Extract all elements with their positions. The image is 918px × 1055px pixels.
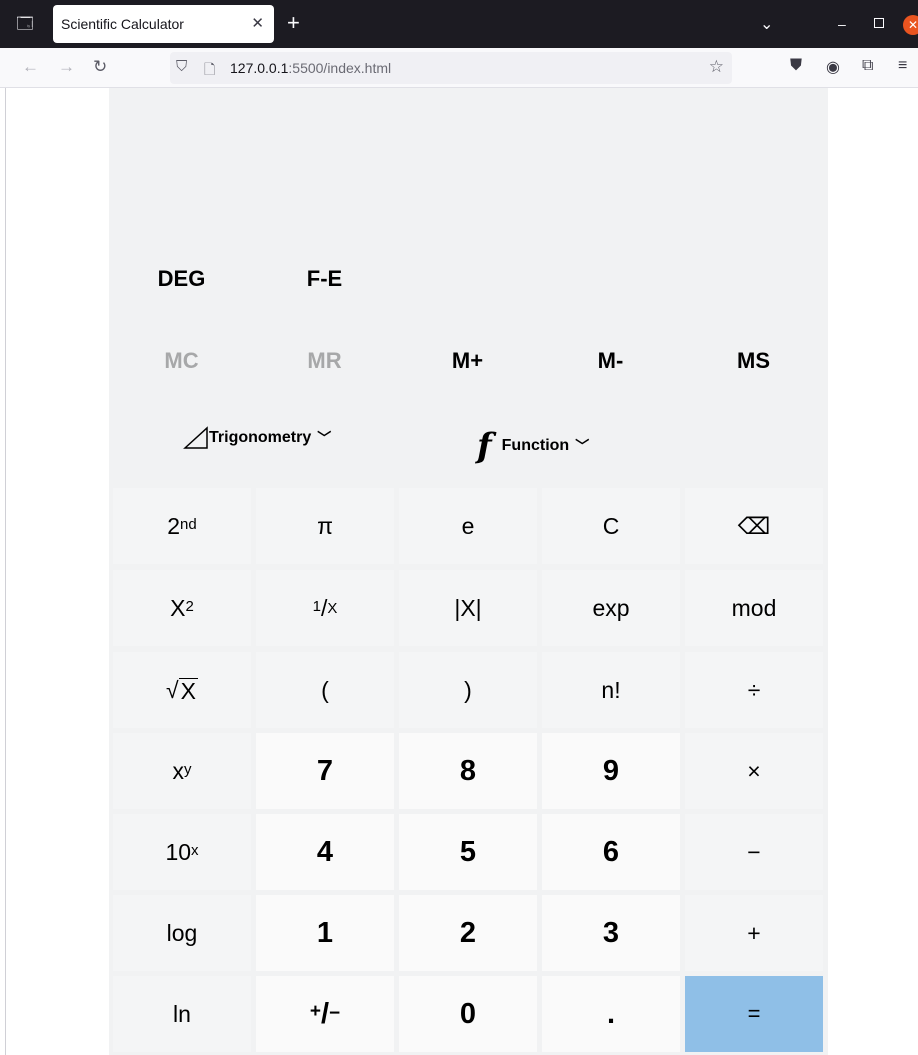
clear-key[interactable]: C: [542, 488, 680, 564]
digit-0-key[interactable]: 0: [399, 976, 537, 1052]
chevron-down-icon: ﹀: [317, 430, 332, 446]
memory-store-button[interactable]: MS: [682, 348, 825, 378]
triangle-icon: [183, 426, 208, 449]
square-root-key[interactable]: √ X: [113, 652, 251, 728]
key-subscript: −: [329, 1003, 341, 1024]
function-dropdown[interactable]: f Function ﹀: [477, 426, 590, 466]
url-bar[interactable]: ⛉ 🗋 127.0.0.1:5500/index.html ☆: [170, 52, 732, 84]
reciprocal-key[interactable]: 1/X: [256, 570, 394, 646]
divide-key[interactable]: ÷: [685, 652, 823, 728]
factorial-key[interactable]: n!: [542, 652, 680, 728]
forward-arrow-icon[interactable]: →: [58, 57, 75, 77]
fe-toggle-button[interactable]: F-E: [253, 266, 396, 296]
function-label: Function: [501, 437, 570, 454]
extensions-icon[interactable]: ⧉: [862, 57, 873, 75]
key-superscript: x: [191, 841, 199, 859]
key-superscript: nd: [180, 515, 197, 533]
key-label: 2: [167, 512, 181, 539]
left-paren-key[interactable]: (: [256, 652, 394, 728]
digit-8-key[interactable]: 8: [399, 733, 537, 809]
trigonometry-label: Trigonometry: [209, 429, 312, 446]
pi-key[interactable]: π: [256, 488, 394, 564]
key-superscript: 1: [312, 597, 321, 615]
tab-title: Scientific Calculator: [61, 16, 184, 32]
pocket-icon[interactable]: ⛊: [790, 57, 802, 75]
calculator-display: [109, 88, 828, 248]
absolute-value-key[interactable]: |X|: [399, 570, 537, 646]
angle-mode-button[interactable]: DEG: [110, 266, 253, 296]
ten-power-key[interactable]: 10 x: [113, 814, 251, 890]
bookmark-star-icon[interactable]: ☆: [709, 57, 724, 77]
add-key[interactable]: +: [685, 895, 823, 971]
multiply-key[interactable]: ×: [685, 733, 823, 809]
back-arrow-icon[interactable]: ←: [22, 57, 39, 77]
url-path: :5500/index.html: [288, 60, 392, 76]
account-icon[interactable]: ◉: [826, 57, 840, 77]
page-icon[interactable]: 🗋: [204, 59, 215, 83]
decimal-key[interactable]: .: [542, 976, 680, 1052]
key-label: x: [172, 757, 185, 784]
memory-add-button[interactable]: M+: [396, 348, 539, 378]
exp-key[interactable]: exp: [542, 570, 680, 646]
browser-tab-bar: 🗔 Scientific Calculator ✕ + ⌄ – ✕: [0, 0, 918, 48]
url-text[interactable]: 127.0.0.1:5500/index.html: [230, 60, 391, 76]
key-subscript: X: [327, 599, 338, 617]
right-paren-key[interactable]: ): [399, 652, 537, 728]
equals-key[interactable]: =: [685, 976, 823, 1052]
key-label: X: [170, 594, 186, 621]
background-window-edge: [0, 88, 6, 1055]
chevron-down-icon[interactable]: ⌄: [760, 14, 773, 34]
chevron-down-icon: ﹀: [575, 438, 590, 454]
trigonometry-dropdown[interactable]: Trigonometry ﹀: [183, 426, 331, 462]
mod-key[interactable]: mod: [685, 570, 823, 646]
key-superscript: y: [184, 760, 192, 778]
key-label: 10: [165, 838, 192, 865]
sqrt-argument: X: [178, 677, 198, 704]
window-close-icon[interactable]: ✕: [903, 15, 918, 35]
memory-clear-button[interactable]: MC: [110, 348, 253, 378]
second-function-key[interactable]: 2nd: [113, 488, 251, 564]
digit-1-key[interactable]: 1: [256, 895, 394, 971]
log-key[interactable]: log: [113, 895, 251, 971]
digit-7-key[interactable]: 7: [256, 733, 394, 809]
browser-nav-bar: ← → ↻ ⛉ 🗋 127.0.0.1:5500/index.html ☆ ⛊ …: [0, 48, 918, 88]
e-key[interactable]: e: [399, 488, 537, 564]
sqrt-sign: √: [166, 676, 179, 703]
function-icon: f: [477, 426, 492, 466]
backspace-key[interactable]: ⌫: [685, 488, 823, 564]
maximize-icon[interactable]: [874, 18, 884, 28]
tab-overview-icon[interactable]: 🗔: [14, 14, 36, 36]
digit-5-key[interactable]: 5: [399, 814, 537, 890]
minimize-icon[interactable]: –: [838, 16, 846, 32]
memory-recall-button[interactable]: MR: [253, 348, 396, 378]
square-key[interactable]: X2: [113, 570, 251, 646]
shield-icon[interactable]: ⛉: [176, 58, 187, 75]
subtract-key[interactable]: −: [685, 814, 823, 890]
key-label: /: [320, 997, 330, 1030]
calculator: DEG F-E MC MR M+ M- MS Trigonometry ﹀ f Fu…: [109, 88, 828, 1055]
close-tab-icon[interactable]: ✕: [251, 14, 264, 32]
ln-key[interactable]: ln: [113, 976, 251, 1052]
tab-scientific-calculator[interactable]: Scientific Calculator ✕: [53, 5, 274, 43]
reload-icon[interactable]: ↻: [93, 57, 107, 77]
new-tab-icon[interactable]: +: [287, 12, 300, 34]
digit-2-key[interactable]: 2: [399, 895, 537, 971]
url-host: 127.0.0.1: [230, 60, 289, 76]
key-superscript: 2: [185, 597, 194, 615]
memory-subtract-button[interactable]: M-: [539, 348, 682, 378]
digit-3-key[interactable]: 3: [542, 895, 680, 971]
key-superscript: +: [309, 1001, 321, 1022]
digit-4-key[interactable]: 4: [256, 814, 394, 890]
negate-key[interactable]: + / −: [256, 976, 394, 1052]
digit-9-key[interactable]: 9: [542, 733, 680, 809]
menu-icon[interactable]: ≡: [898, 57, 907, 75]
power-key[interactable]: xy: [113, 733, 251, 809]
digit-6-key[interactable]: 6: [542, 814, 680, 890]
